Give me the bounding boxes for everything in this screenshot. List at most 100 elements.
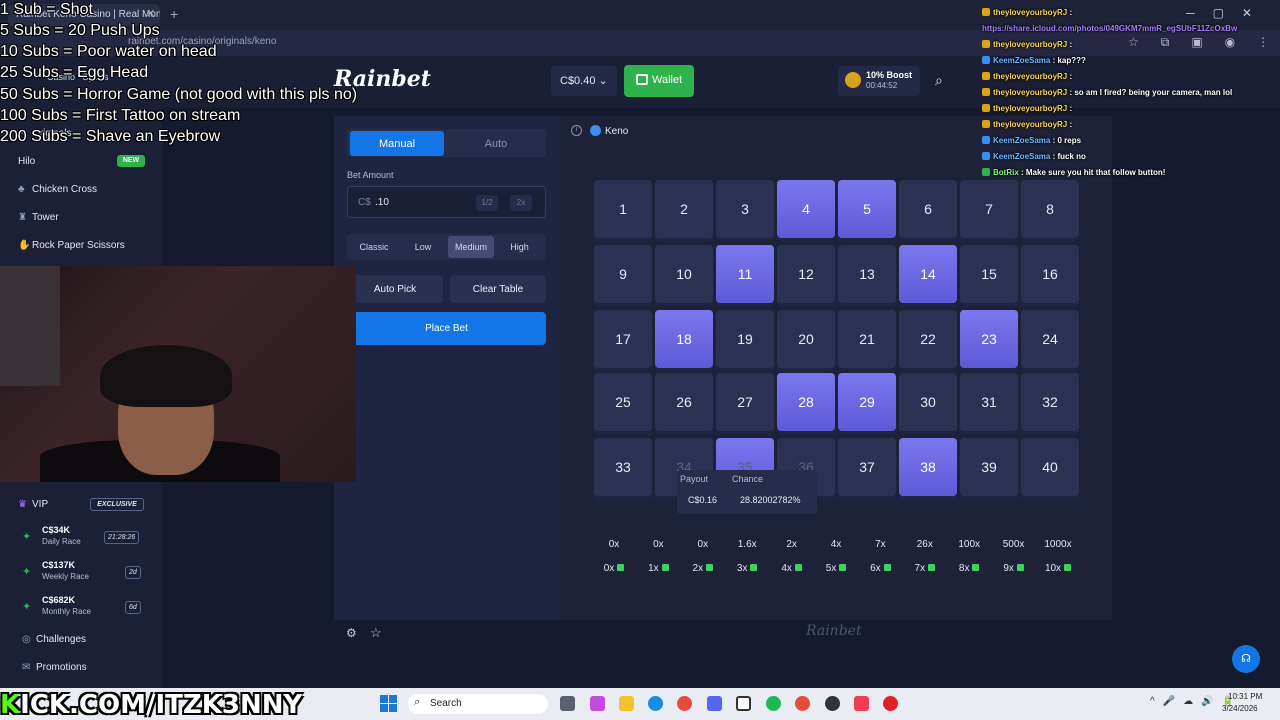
sidebar-item-vip[interactable]: ♛ VIP bbox=[18, 499, 48, 510]
hit-count: 9x bbox=[994, 563, 1034, 574]
keno-tile-38[interactable]: 38 bbox=[899, 438, 957, 496]
star-icon[interactable]: ☆ bbox=[370, 625, 382, 641]
keno-tile-7[interactable]: 7 bbox=[960, 180, 1018, 238]
payout-value: C$0.16 bbox=[688, 495, 718, 505]
keno-tile-21[interactable]: 21 bbox=[838, 310, 896, 368]
keno-tile-16[interactable]: 16 bbox=[1021, 245, 1079, 303]
sidebar-item-chicken-cross[interactable]: ♣ Chicken Cross bbox=[18, 184, 97, 195]
keno-tile-18[interactable]: 18 bbox=[655, 310, 713, 368]
keno-tile-31[interactable]: 31 bbox=[960, 373, 1018, 431]
record-icon[interactable] bbox=[883, 696, 898, 711]
race-monthly[interactable]: C$682K Monthly Race bbox=[42, 595, 91, 616]
hit-count-label: 6x bbox=[870, 563, 881, 574]
tab-close-icon[interactable]: ✕ bbox=[146, 7, 155, 20]
keno-tile-23[interactable]: 23 bbox=[960, 310, 1018, 368]
keno-tile-27[interactable]: 27 bbox=[716, 373, 774, 431]
keno-tile-12[interactable]: 12 bbox=[777, 245, 835, 303]
kick-banner: KICK.COM/ITZK3NNY bbox=[0, 690, 302, 720]
app-icon[interactable] bbox=[736, 696, 751, 711]
keno-tile-40[interactable]: 40 bbox=[1021, 438, 1079, 496]
keno-tile-9[interactable]: 9 bbox=[594, 245, 652, 303]
bet-amount-label: Bet Amount bbox=[347, 170, 394, 180]
place-bet-button[interactable]: Place Bet bbox=[347, 312, 546, 345]
sidebar-item-challenges[interactable]: ◎ Challenges bbox=[22, 634, 86, 645]
keno-tile-28[interactable]: 28 bbox=[777, 373, 835, 431]
keno-tile-15[interactable]: 15 bbox=[960, 245, 1018, 303]
multiplier-value: 1000x bbox=[1044, 539, 1072, 550]
copilot-icon[interactable] bbox=[590, 696, 605, 711]
keno-tile-24[interactable]: 24 bbox=[1021, 310, 1079, 368]
info-icon[interactable]: i bbox=[571, 125, 582, 136]
task-view-icon[interactable] bbox=[560, 696, 575, 711]
risk-high[interactable]: High bbox=[496, 236, 543, 258]
auto-pick-button[interactable]: Auto Pick bbox=[347, 275, 443, 303]
sidebar-item-tower[interactable]: ♜ Tower bbox=[18, 212, 59, 223]
balance-display[interactable]: C$0.40 ⌄ bbox=[551, 66, 617, 96]
clear-table-button[interactable]: Clear Table bbox=[450, 275, 546, 303]
discord-icon[interactable] bbox=[707, 696, 722, 711]
tab-manual[interactable]: Manual bbox=[350, 131, 444, 156]
risk-low[interactable]: Low bbox=[399, 236, 447, 258]
music-icon[interactable] bbox=[854, 696, 869, 711]
keno-tile-20[interactable]: 20 bbox=[777, 310, 835, 368]
double-bet-button[interactable]: 2x bbox=[510, 195, 532, 211]
keno-tile-11[interactable]: 11 bbox=[716, 245, 774, 303]
keno-tile-2[interactable]: 2 bbox=[655, 180, 713, 238]
keno-tile-10[interactable]: 10 bbox=[655, 245, 713, 303]
new-tab-icon[interactable]: + bbox=[170, 6, 178, 22]
keno-tile-1[interactable]: 1 bbox=[594, 180, 652, 238]
sidebar-item-rps[interactable]: ✋ Rock Paper Scissors bbox=[18, 240, 125, 251]
tab-auto[interactable]: Auto bbox=[448, 131, 544, 156]
hit-count-label: 2x bbox=[692, 563, 704, 574]
keno-tile-32[interactable]: 32 bbox=[1021, 373, 1079, 431]
half-bet-button[interactable]: 1/2 bbox=[476, 195, 498, 211]
race-weekly[interactable]: C$137K Weekly Race bbox=[42, 560, 89, 581]
keno-tile-22[interactable]: 22 bbox=[899, 310, 957, 368]
keno-tile-29[interactable]: 29 bbox=[838, 373, 896, 431]
risk-classic[interactable]: Classic bbox=[350, 236, 398, 258]
multiplier-value: 100x bbox=[958, 539, 981, 550]
keno-tile-19[interactable]: 19 bbox=[716, 310, 774, 368]
bet-amount-value[interactable]: .10 bbox=[375, 197, 389, 208]
keno-tile-25[interactable]: 25 bbox=[594, 373, 652, 431]
chat-badge-icon bbox=[982, 88, 990, 96]
taskbar-search[interactable]: Search bbox=[408, 694, 548, 714]
sidebar-item-hilo[interactable]: Hilo bbox=[18, 156, 35, 167]
chrome-icon[interactable] bbox=[795, 696, 810, 711]
sub-goal: 50 Subs = Horror Game (not good with thi… bbox=[0, 86, 358, 103]
window-controls[interactable]: ─▢✕ bbox=[1186, 6, 1270, 20]
edge-icon[interactable] bbox=[648, 696, 663, 711]
keno-tile-13[interactable]: 13 bbox=[838, 245, 896, 303]
keno-tile-8[interactable]: 8 bbox=[1021, 180, 1079, 238]
gear-icon[interactable]: ⚙ bbox=[346, 626, 357, 640]
obs-icon[interactable] bbox=[825, 696, 840, 711]
race-label: Monthly Race bbox=[42, 607, 91, 616]
keno-tile-3[interactable]: 3 bbox=[716, 180, 774, 238]
keno-tile-37[interactable]: 37 bbox=[838, 438, 896, 496]
headset-icon[interactable]: ☊ bbox=[1232, 645, 1260, 673]
keno-tile-30[interactable]: 30 bbox=[899, 373, 957, 431]
keno-tile-14[interactable]: 14 bbox=[899, 245, 957, 303]
keno-tile-17[interactable]: 17 bbox=[594, 310, 652, 368]
keno-tile-26[interactable]: 26 bbox=[655, 373, 713, 431]
race-icon: ✦ bbox=[22, 566, 32, 578]
multiplier-value: 0x bbox=[608, 539, 620, 550]
race-daily[interactable]: C$34K Daily Race bbox=[42, 525, 81, 546]
keno-tile-4[interactable]: 4 bbox=[777, 180, 835, 238]
spotify-icon[interactable] bbox=[766, 696, 781, 711]
kick-url: ICK.COM/ITZK3NNY bbox=[20, 690, 303, 720]
windows-start-icon[interactable] bbox=[380, 695, 397, 712]
wallet-button[interactable]: Wallet bbox=[624, 65, 694, 97]
search-icon[interactable]: ⌕ bbox=[928, 66, 956, 96]
browser-toolbar-icons[interactable]: ☆⧉▣◉⋮ bbox=[1128, 35, 1280, 50]
keno-tile-5[interactable]: 5 bbox=[838, 180, 896, 238]
keno-tile-6[interactable]: 6 bbox=[899, 180, 957, 238]
chat-username: KeemZoeSama bbox=[993, 136, 1051, 145]
sidebar-item-promotions[interactable]: ✉ Promotions bbox=[22, 662, 87, 673]
chrome-icon[interactable] bbox=[677, 696, 692, 711]
keno-tile-33[interactable]: 33 bbox=[594, 438, 652, 496]
file-explorer-icon[interactable] bbox=[619, 696, 634, 711]
keno-tile-39[interactable]: 39 bbox=[960, 438, 1018, 496]
risk-medium[interactable]: Medium bbox=[448, 236, 494, 258]
chat-text[interactable]: https://share.icloud.com/photos/049GKM7m… bbox=[982, 24, 1237, 33]
